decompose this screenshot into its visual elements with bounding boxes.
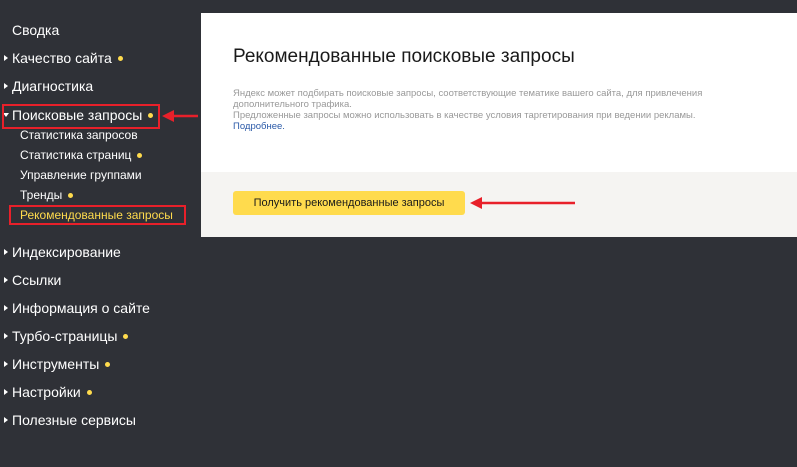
subitem-query-stats[interactable]: Статистика запросов bbox=[20, 128, 138, 142]
notification-dot-icon bbox=[105, 361, 111, 367]
description: Яндекс может подбирать поисковые запросы… bbox=[233, 88, 763, 132]
description-text: Яндекс может подбирать поисковые запросы… bbox=[233, 88, 703, 110]
caret-right-icon bbox=[4, 361, 8, 367]
sidebar-item-summary[interactable]: Сводка bbox=[12, 22, 59, 38]
sidebar-item-settings[interactable]: Настройки bbox=[4, 384, 92, 400]
caret-right-icon bbox=[4, 277, 8, 283]
caret-right-icon bbox=[4, 55, 8, 61]
annotation-highlight-box bbox=[9, 205, 186, 225]
caret-right-icon bbox=[4, 389, 8, 395]
caret-right-icon bbox=[4, 333, 8, 339]
sidebar-item-label: Инструменты bbox=[12, 356, 100, 372]
caret-right-icon bbox=[4, 305, 8, 311]
sidebar-item-site-quality[interactable]: Качество сайта bbox=[4, 50, 123, 66]
sidebar-item-label: Диагностика bbox=[12, 78, 94, 94]
notification-dot-icon bbox=[123, 333, 129, 339]
sidebar-item-site-info[interactable]: Информация о сайте bbox=[4, 300, 150, 316]
caret-right-icon bbox=[4, 249, 8, 255]
notification-dot-icon bbox=[117, 55, 123, 61]
sidebar-item-label: Ссылки bbox=[12, 272, 62, 288]
sidebar-item-label: Информация о сайте bbox=[12, 300, 150, 316]
caret-right-icon bbox=[4, 417, 8, 423]
notification-dot-icon bbox=[137, 152, 143, 158]
subitem-label: Статистика страниц bbox=[20, 148, 132, 162]
subitem-label: Управление группами bbox=[20, 168, 142, 182]
get-recommended-queries-button[interactable]: Получить рекомендованные запросы bbox=[233, 191, 465, 215]
subitem-label: Статистика запросов bbox=[20, 128, 138, 142]
notification-dot-icon bbox=[86, 389, 92, 395]
main-panel: Рекомендованные поисковые запросы Яндекс… bbox=[201, 13, 797, 237]
page-title: Рекомендованные поисковые запросы bbox=[233, 46, 575, 67]
sidebar-item-useful-services[interactable]: Полезные сервисы bbox=[4, 412, 136, 428]
sidebar-item-label: Сводка bbox=[12, 22, 60, 38]
action-footer: Получить рекомендованные запросы bbox=[201, 172, 797, 237]
sidebar-item-turbo-pages[interactable]: Турбо-страницы bbox=[4, 328, 129, 344]
subitem-trends[interactable]: Тренды bbox=[20, 188, 74, 202]
sidebar-item-label: Индексирование bbox=[12, 244, 121, 260]
description-text: Предложенные запросы можно использовать … bbox=[233, 110, 696, 121]
subitem-group-management[interactable]: Управление группами bbox=[20, 168, 142, 182]
sidebar-item-label: Полезные сервисы bbox=[12, 412, 136, 428]
sidebar-item-label: Настройки bbox=[12, 384, 81, 400]
more-link[interactable]: Подробнее. bbox=[233, 121, 285, 132]
caret-right-icon bbox=[4, 83, 8, 89]
sidebar-item-indexing[interactable]: Индексирование bbox=[4, 244, 121, 260]
sidebar-item-links[interactable]: Ссылки bbox=[4, 272, 62, 288]
subitem-page-stats[interactable]: Статистика страниц bbox=[20, 148, 143, 162]
sidebar-item-diagnostics[interactable]: Диагностика bbox=[4, 78, 94, 94]
sidebar: Сводка Качество сайта Диагностика Поиско… bbox=[0, 0, 200, 467]
sidebar-item-tools[interactable]: Инструменты bbox=[4, 356, 111, 372]
notification-dot-icon bbox=[68, 192, 74, 198]
sidebar-item-label: Качество сайта bbox=[12, 50, 112, 66]
subitem-label: Тренды bbox=[20, 188, 63, 202]
sidebar-item-label: Турбо-страницы bbox=[12, 328, 118, 344]
annotation-highlight-box bbox=[2, 104, 160, 129]
